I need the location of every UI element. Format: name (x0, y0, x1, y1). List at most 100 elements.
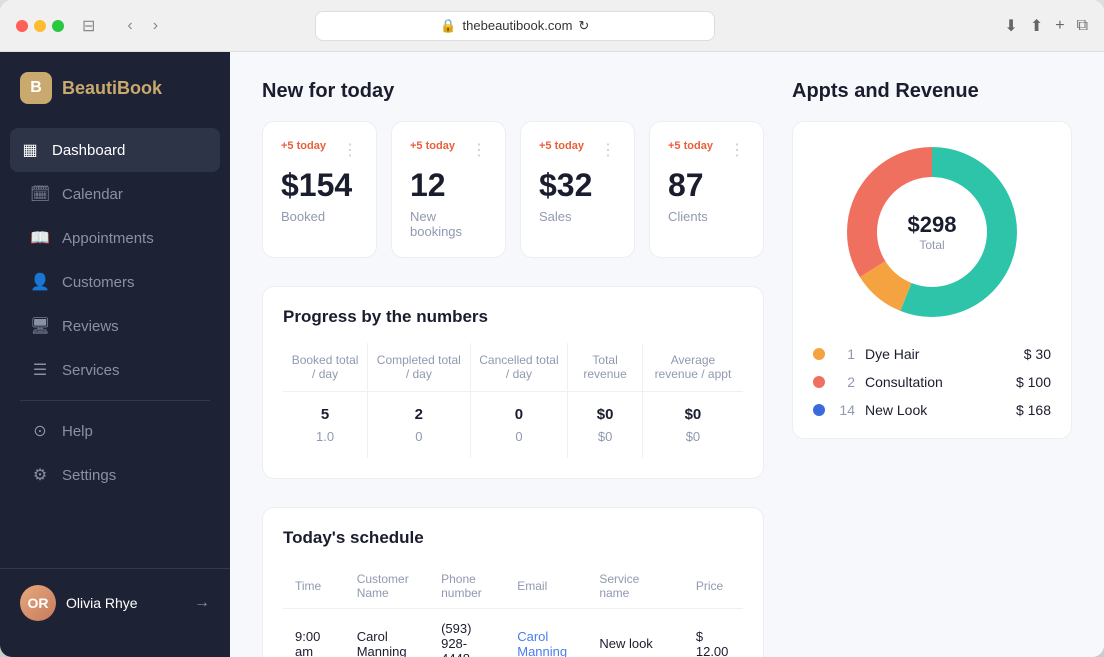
legend-item-0: 1 Dye Hair $ 30 (813, 346, 1051, 362)
stat-card-sales: +5 today ⋮ $32 Sales (520, 121, 635, 258)
stat-dots-clients[interactable]: ⋮ (729, 140, 745, 160)
url-text: thebeautibook.com (463, 18, 573, 33)
content-grid: New for today +5 today ⋮ $154 Booked (262, 80, 1072, 657)
stat-dots-bookings[interactable]: ⋮ (471, 140, 487, 160)
stat-dots-booked[interactable]: ⋮ (342, 140, 358, 160)
sidebar-item-dashboard[interactable]: ▦ Dashboard (10, 128, 220, 172)
donut-label: Total (908, 238, 957, 252)
stat-card-sales-header: +5 today ⋮ (539, 140, 616, 162)
browser-bar: ⊟ ‹ › 🔒 thebeautibook.com ↻ ⬇ ⬆ + ⧉ (0, 0, 1104, 52)
sidebar-item-customers[interactable]: 👤 Customers (10, 260, 220, 304)
sidebar-toggle-button[interactable]: ⊟ (76, 14, 101, 38)
traffic-light-green[interactable] (52, 20, 64, 32)
legend-price-0: $ 30 (1024, 346, 1051, 362)
stat-label-sales: Sales (539, 209, 616, 224)
progress-header-0: Booked total / day (283, 343, 368, 392)
progress-val-3: $0 (568, 392, 643, 428)
url-bar[interactable]: 🔒 thebeautibook.com ↻ (315, 11, 715, 41)
sched-header-price: Price (684, 564, 743, 609)
sched-customer-0: Carol Manning (345, 609, 429, 657)
logo-text-2: Book (117, 78, 162, 98)
progress-subval-1: 0 (368, 427, 470, 458)
sched-header-email: Email (505, 564, 587, 609)
copy-tab-button[interactable]: ⧉ (1077, 16, 1088, 36)
legend-item-1: 2 Consultation $ 100 (813, 374, 1051, 390)
stat-card-booked: +5 today ⋮ $154 Booked (262, 121, 377, 258)
nav-section: ▦ Dashboard 🗓 Calendar 📖 Appointments 👤 … (0, 128, 230, 568)
donut-center: $298 Total (908, 212, 957, 252)
refresh-icon[interactable]: ↻ (578, 18, 589, 34)
app-layout: B BeautiBook ▦ Dashboard 🗓 Calendar 📖 Ap… (0, 52, 1104, 657)
right-panel: Appts and Revenue (792, 80, 1072, 657)
lock-icon: 🔒 (440, 18, 456, 34)
legend-name-1: Consultation (865, 374, 1006, 390)
back-button[interactable]: ‹ (121, 15, 138, 37)
stat-badge-bookings: +5 today (410, 140, 455, 152)
sidebar-label-reviews: Reviews (62, 318, 119, 335)
legend-dot-2 (813, 404, 825, 416)
sidebar-item-appointments[interactable]: 📖 Appointments (10, 216, 220, 260)
sidebar-item-calendar[interactable]: 🗓 Calendar (10, 172, 220, 216)
download-button[interactable]: ⬇ (1004, 16, 1017, 36)
logo-icon: B (20, 72, 52, 104)
traffic-light-red[interactable] (16, 20, 28, 32)
right-panel-card: $298 Total 1 Dye Hair $ 30 (792, 121, 1072, 439)
sched-header-customer: Customer Name (345, 564, 429, 609)
stat-cards: +5 today ⋮ $154 Booked +5 today ⋮ 12 (262, 121, 764, 258)
progress-val-4: $0 (642, 392, 743, 428)
forward-button[interactable]: › (147, 15, 164, 37)
stat-value-clients: 87 (668, 168, 745, 203)
progress-subval-3: $0 (568, 427, 643, 458)
stat-value-sales: $32 (539, 168, 616, 203)
sidebar-item-reviews[interactable]: 🖥 Reviews (10, 304, 220, 348)
logo: B BeautiBook (0, 72, 230, 128)
progress-subval-2: 0 (470, 427, 568, 458)
sched-service-0: New look (587, 609, 684, 657)
share-button[interactable]: ⬆ (1030, 16, 1043, 36)
settings-icon: ⚙ (30, 465, 50, 485)
legend-price-2: $ 168 (1016, 402, 1051, 418)
progress-table: Booked total / day Completed total / day… (283, 343, 743, 458)
new-tab-button[interactable]: + (1055, 16, 1064, 36)
schedule-section: Today's schedule Time Customer Name Phon… (262, 507, 764, 657)
sidebar-item-services[interactable]: ☰ Services (10, 348, 220, 392)
stat-label-clients: Clients (668, 209, 745, 224)
user-name: Olivia Rhye (66, 595, 184, 611)
stat-badge-clients: +5 today (668, 140, 713, 152)
stat-value-bookings: 12 (410, 168, 487, 203)
sched-phone-0: (593) 928-4448 (429, 609, 505, 657)
stat-badge-sales: +5 today (539, 140, 584, 152)
new-for-today-title: New for today (262, 80, 764, 103)
donut-chart-container: $298 Total (813, 142, 1051, 322)
logout-button[interactable]: → (194, 594, 210, 612)
sidebar-label-help: Help (62, 423, 93, 440)
sidebar-item-help[interactable]: ⊙ Help (10, 409, 220, 453)
stat-card-bookings: +5 today ⋮ 12 New bookings (391, 121, 506, 258)
progress-subval-4: $0 (642, 427, 743, 458)
legend-name-2: New Look (865, 402, 1006, 418)
traffic-light-yellow[interactable] (34, 20, 46, 32)
dashboard-icon: ▦ (20, 140, 40, 160)
browser-nav: ‹ › (121, 15, 164, 37)
legend-num-0: 1 (835, 346, 855, 362)
progress-title: Progress by the numbers (283, 307, 743, 327)
stat-dots-sales[interactable]: ⋮ (600, 140, 616, 160)
stat-badge-booked: +5 today (281, 140, 326, 152)
stat-card-clients: +5 today ⋮ 87 Clients (649, 121, 764, 258)
traffic-lights (16, 20, 64, 32)
sidebar: B BeautiBook ▦ Dashboard 🗓 Calendar 📖 Ap… (0, 52, 230, 657)
legend-num-1: 2 (835, 374, 855, 390)
stat-card-bookings-header: +5 today ⋮ (410, 140, 487, 162)
sched-time-0: 9:00 am (283, 609, 345, 657)
sidebar-item-settings[interactable]: ⚙ Settings (10, 453, 220, 497)
logo-text-1: Beauti (62, 78, 117, 98)
browser-actions: ⬇ ⬆ + ⧉ (1004, 16, 1088, 36)
sidebar-label-services: Services (62, 362, 120, 379)
appointments-icon: 📖 (30, 228, 50, 248)
sched-header-phone: Phone number (429, 564, 505, 609)
main-content: New for today +5 today ⋮ $154 Booked (230, 52, 1104, 657)
legend-dot-1 (813, 376, 825, 388)
legend-dot-0 (813, 348, 825, 360)
sched-email-0[interactable]: Carol Manning (505, 609, 587, 657)
schedule-title: Today's schedule (283, 528, 743, 548)
